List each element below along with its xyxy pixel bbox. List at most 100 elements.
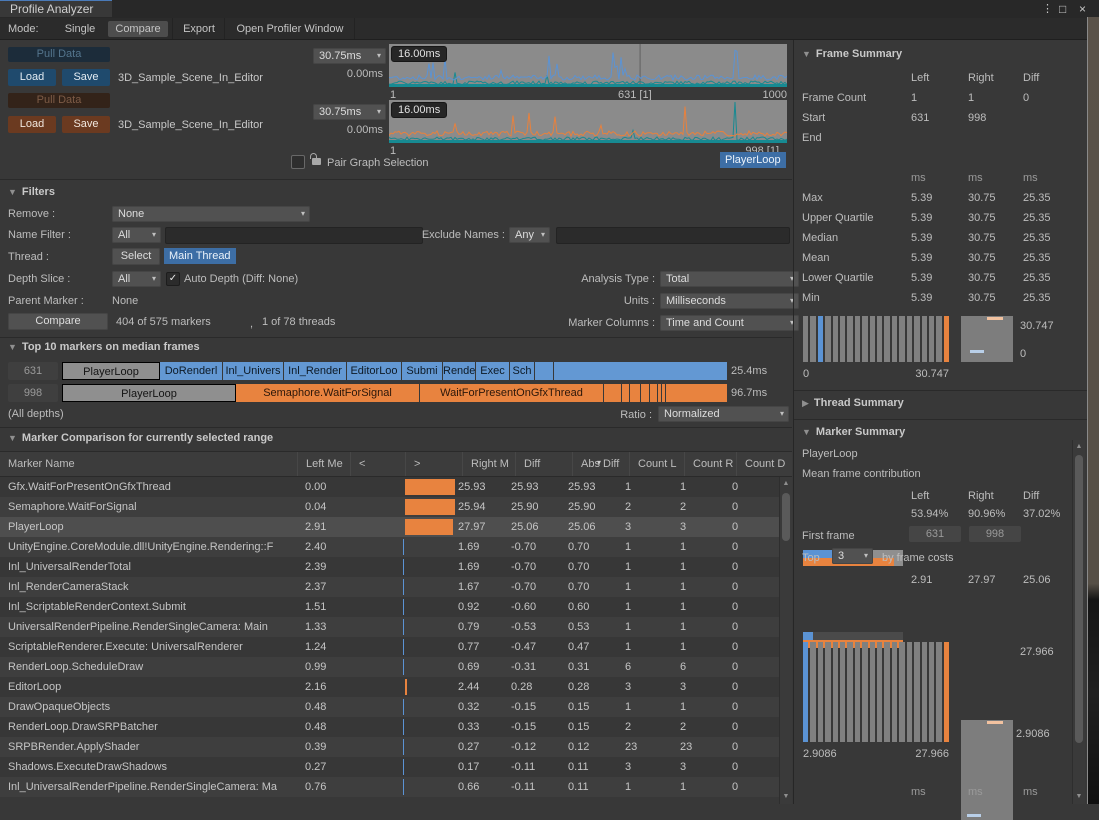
frame-summary-range-box[interactable] — [961, 316, 1013, 362]
table-row[interactable]: Inl_UniversalRenderTotal2.391.69-0.700.7… — [0, 557, 779, 577]
top10-marker-segment[interactable]: Submi — [402, 362, 442, 380]
top10-header[interactable]: ▼Top 10 markers on median frames — [8, 341, 200, 353]
top10-marker-segment[interactable] — [662, 384, 665, 402]
top10-marker-segment[interactable]: DoRenderl — [160, 362, 222, 380]
table-row[interactable]: Semaphore.WaitForSignal0.0425.9425.9025.… — [0, 497, 779, 517]
exclude-mode-dropdown[interactable]: Any▾ — [509, 227, 550, 243]
table-row[interactable]: Inl_RenderCameraStack2.371.67-0.700.7011… — [0, 577, 779, 597]
top10-marker-segment[interactable]: Semaphore.WaitForSignal — [236, 384, 419, 402]
top10-marker-segment[interactable] — [535, 362, 553, 380]
name-filter-input[interactable] — [165, 227, 423, 244]
table-row[interactable]: EditorLoop2.162.440.280.28330 — [0, 677, 779, 697]
thread-summary-header[interactable]: ▶Thread Summary — [802, 397, 904, 409]
table-row[interactable]: UniversalRenderPipeline.RenderSingleCame… — [0, 617, 779, 637]
frame-time-graph-right[interactable]: 16.00ms — [389, 100, 787, 143]
name-filter-mode-dropdown[interactable]: All▾ — [112, 227, 161, 243]
analysis-type-dropdown[interactable]: Total▾ — [660, 271, 799, 287]
column-header-abs-diff[interactable]: Abs Diff▾ — [572, 452, 629, 476]
table-row[interactable]: ScriptableRenderer.Execute: UniversalRen… — [0, 637, 779, 657]
top10-frame-button[interactable]: 998 — [8, 384, 58, 402]
marker-summary-range-box[interactable] — [961, 720, 1013, 820]
selected-marker-pill[interactable]: PlayerLoop — [720, 152, 786, 168]
column-header-left-me[interactable]: Left Me — [297, 452, 350, 476]
mode-single-button[interactable]: Single — [58, 21, 102, 37]
load-left-button[interactable]: Load — [8, 69, 56, 86]
comparison-scrollbar[interactable]: ▲ ▼ — [779, 477, 792, 804]
marker-summary-histogram[interactable] — [803, 642, 949, 742]
column-header-count-r[interactable]: Count R — [684, 452, 736, 476]
table-row[interactable]: DrawOpaqueObjects0.480.32-0.150.15110 — [0, 697, 779, 717]
top10-marker-segment[interactable]: PlayerLoop — [62, 384, 236, 402]
top10-marker-segment[interactable]: Sch — [510, 362, 534, 380]
top10-marker-segment[interactable]: PlayerLoop — [62, 362, 160, 380]
top10-marker-segment[interactable]: EditorLoo — [347, 362, 401, 380]
units-dropdown[interactable]: Milliseconds▾ — [660, 293, 799, 309]
top10-marker-segment[interactable] — [554, 362, 727, 380]
column-header-count-l[interactable]: Count L — [629, 452, 684, 476]
top10-frame-button[interactable]: 631 — [8, 362, 58, 380]
table-row[interactable]: RenderLoop.DrawSRPBatcher0.480.33-0.150.… — [0, 717, 779, 737]
top10-marker-segment[interactable] — [622, 384, 629, 402]
export-button[interactable]: Export — [176, 21, 222, 37]
mode-compare-button[interactable]: Compare — [108, 21, 168, 37]
top10-marker-segment[interactable]: Exec — [476, 362, 509, 380]
first-frame-right-button[interactable]: 998 — [969, 526, 1021, 542]
column-header--[interactable]: < — [350, 452, 405, 476]
marker-columns-dropdown[interactable]: Time and Count▾ — [660, 315, 799, 331]
menu-kebab-icon[interactable]: ⋮ — [1042, 1, 1053, 17]
scroll-down-icon[interactable]: ▼ — [1073, 792, 1085, 802]
top10-marker-segment[interactable] — [630, 384, 640, 402]
first-frame-left-button[interactable]: 631 — [909, 526, 961, 542]
compare-button[interactable]: Compare — [8, 313, 108, 330]
top10-marker-segment[interactable] — [658, 384, 661, 402]
close-icon[interactable]: × — [1079, 1, 1086, 17]
table-row[interactable]: Inl_UniversalRenderPipeline.RenderSingle… — [0, 777, 779, 797]
remove-dropdown[interactable]: None▾ — [112, 206, 310, 222]
exclude-names-input[interactable] — [556, 227, 790, 244]
graph-left-scale-dropdown[interactable]: 30.75ms▾ — [313, 48, 386, 64]
scroll-down-icon[interactable]: ▼ — [780, 792, 792, 802]
save-right-button[interactable]: Save — [62, 116, 110, 133]
top10-marker-segment[interactable] — [650, 384, 657, 402]
scrollbar-thumb[interactable] — [782, 493, 790, 541]
frame-summary-header[interactable]: ▼Frame Summary — [802, 48, 902, 60]
top10-marker-segment[interactable]: Inl_Univers — [223, 362, 283, 380]
ratio-dropdown[interactable]: Normalized▾ — [658, 406, 789, 422]
top10-marker-segment[interactable]: Inl_Render — [284, 362, 346, 380]
graph-right-scale-dropdown[interactable]: 30.75ms▾ — [313, 104, 386, 120]
column-header--[interactable]: > — [405, 452, 462, 476]
top10-marker-segment[interactable] — [641, 384, 649, 402]
column-header-right-m[interactable]: Right M — [462, 452, 515, 476]
column-header-marker-name[interactable]: Marker Name — [0, 452, 297, 476]
lock-icon[interactable] — [312, 158, 321, 165]
top10-marker-segment[interactable] — [666, 384, 727, 402]
table-row[interactable]: UnityEngine.CoreModule.dll!UnityEngine.R… — [0, 537, 779, 557]
table-row[interactable]: RenderLoop.ScheduleDraw0.990.69-0.310.31… — [0, 657, 779, 677]
table-row[interactable]: Inl_ScriptableRenderContext.Submit1.510.… — [0, 597, 779, 617]
marker-summary-header[interactable]: ▼Marker Summary — [802, 426, 905, 438]
table-row[interactable]: SRPBRender.ApplyShader0.390.27-0.120.122… — [0, 737, 779, 757]
auto-depth-checkbox[interactable]: ✓ — [166, 272, 180, 286]
table-row[interactable]: Gfx.WaitForPresentOnGfxThread0.0025.9325… — [0, 477, 779, 497]
pull-data-left-button[interactable]: Pull Data — [8, 47, 110, 62]
load-right-button[interactable]: Load — [8, 116, 56, 133]
maximize-icon[interactable]: □ — [1059, 1, 1066, 17]
top10-marker-segment[interactable] — [604, 384, 621, 402]
marker-summary-scrollbar[interactable]: ▲ ▼ — [1072, 440, 1085, 804]
table-row[interactable]: PlayerLoop2.9127.9725.0625.06330 — [0, 517, 779, 537]
filters-header[interactable]: ▼Filters — [8, 186, 55, 198]
top10-marker-segment[interactable]: Rende — [443, 362, 475, 380]
save-left-button[interactable]: Save — [62, 69, 110, 86]
scroll-up-icon[interactable]: ▲ — [1073, 442, 1085, 452]
open-profiler-button[interactable]: Open Profiler Window — [228, 21, 352, 37]
thread-select-button[interactable]: Select — [112, 248, 160, 265]
frame-time-graph-left[interactable]: 16.00ms — [389, 44, 787, 87]
scrollbar-thumb[interactable] — [1075, 455, 1083, 743]
pair-graph-selection-checkbox[interactable] — [291, 155, 305, 169]
comparison-header[interactable]: ▼Marker Comparison for currently selecte… — [8, 432, 273, 444]
window-tab[interactable]: Profile Analyzer — [0, 0, 112, 17]
top-n-dropdown[interactable]: 3▾ — [832, 548, 873, 564]
column-header-count-d[interactable]: Count D — [736, 452, 791, 476]
pull-data-right-button[interactable]: Pull Data — [8, 93, 110, 108]
scroll-up-icon[interactable]: ▲ — [780, 479, 792, 489]
